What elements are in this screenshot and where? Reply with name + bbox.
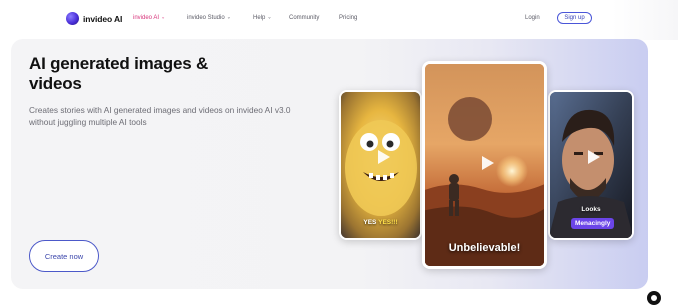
- nav-item-invideo-ai[interactable]: invideo AI ⌄: [133, 14, 166, 22]
- caption-word: YES: [363, 219, 377, 226]
- hero-title: AI generated images & videos: [29, 54, 209, 93]
- nav-item-invideo-studio[interactable]: invideo Studio ⌄: [187, 14, 231, 22]
- hero-section: AI generated images & videos Creates sto…: [11, 39, 648, 289]
- top-navigation: invideo AI invideo AI ⌄ invideo Studio ⌄…: [0, 0, 678, 40]
- monster-thumbnail: [341, 92, 420, 238]
- brand-name: invideo AI: [83, 13, 123, 24]
- chevron-down-icon: ⌄: [226, 14, 231, 21]
- video-card-monster[interactable]: YES YES!!!: [339, 90, 422, 240]
- create-now-button[interactable]: Create now: [29, 240, 99, 272]
- play-icon[interactable]: [482, 156, 494, 170]
- play-icon[interactable]: [378, 150, 390, 164]
- play-icon[interactable]: [588, 150, 600, 164]
- nav-item-label: Community: [289, 15, 320, 21]
- signup-button[interactable]: Sign up: [557, 12, 592, 24]
- video-card-man[interactable]: Looks Menacingly: [548, 90, 634, 240]
- card-caption-pill: Menacingly: [571, 218, 615, 229]
- nav-item-community[interactable]: Community: [289, 15, 319, 21]
- card-caption: Unbelievable!: [448, 242, 521, 254]
- card-caption-top: Looks: [581, 206, 601, 213]
- nav-item-label: Help: [253, 15, 266, 21]
- nav-item-pricing[interactable]: Pricing: [339, 15, 357, 21]
- video-card-astronaut[interactable]: Unbelievable!: [422, 61, 547, 269]
- brand-logo[interactable]: invideo AI: [66, 12, 122, 25]
- nav-edge-fade: [612, 0, 678, 40]
- nav-item-label: invideo AI: [133, 15, 160, 21]
- login-link[interactable]: Login: [525, 15, 540, 21]
- nav-item-help[interactable]: Help ⌄: [253, 14, 272, 22]
- chevron-down-icon: ⌄: [267, 14, 272, 21]
- logo-icon: [66, 12, 79, 25]
- chat-widget-icon[interactable]: [640, 288, 664, 305]
- chevron-down-icon: ⌄: [161, 14, 166, 21]
- nav-item-label: Pricing: [339, 15, 358, 21]
- nav-item-label: invideo Studio: [187, 15, 225, 21]
- card-caption: YES YES!!!: [341, 219, 420, 226]
- caption-highlight: YES!!!: [378, 219, 398, 226]
- hero-subtitle: Creates stories with AI generated images…: [29, 105, 291, 127]
